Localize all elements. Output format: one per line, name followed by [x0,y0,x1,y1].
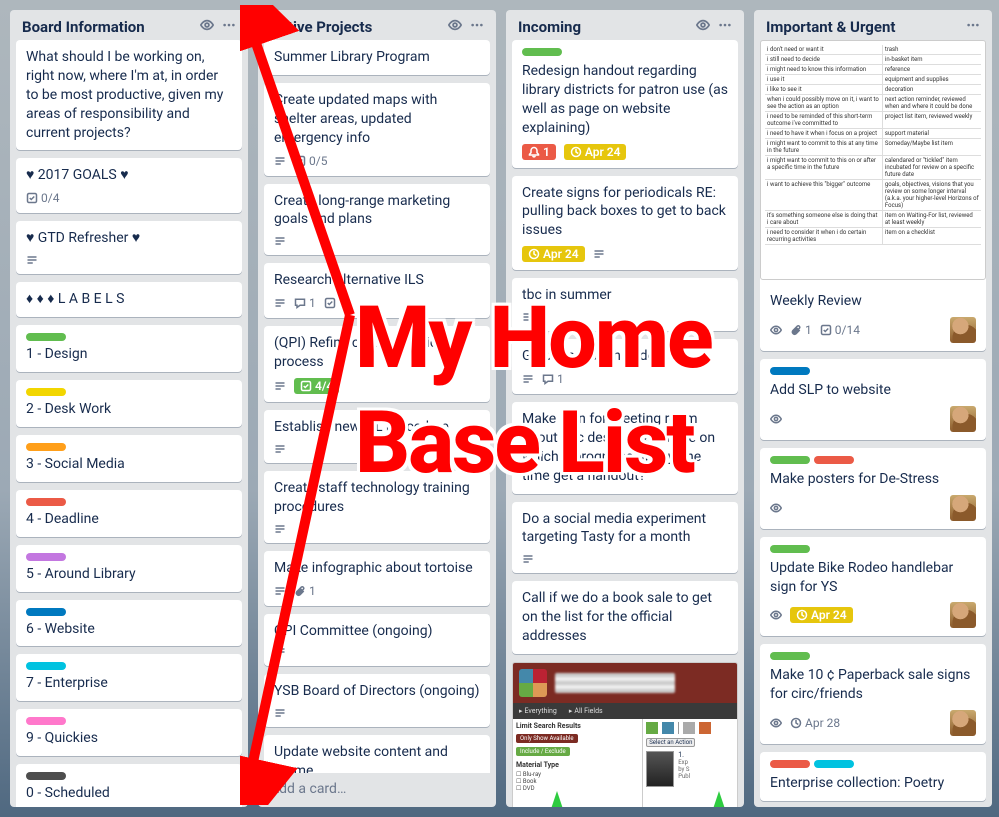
card-labels-header[interactable]: ♦ ♦ ♦ L A B E L S [16,282,242,317]
checklist-badge: 1 [324,296,346,310]
description-icon [274,707,286,719]
description-icon [274,380,286,392]
card-bike[interactable]: Update Bike Rodeo handlebar sign for YS … [760,537,986,637]
card-periodicals[interactable]: Create signs for periodicals RE: pulling… [512,176,738,271]
description-icon [274,523,286,535]
description-icon [522,373,534,385]
label-green [522,48,562,56]
card-slp[interactable]: Summer Library Program [264,40,490,75]
due-badge: Apr 24 [790,607,853,623]
attachment-badge: 1 [790,323,812,337]
watch-icon [770,413,782,425]
list-menu-icon[interactable] [714,18,736,36]
list-menu-icon[interactable] [962,18,984,36]
card-label-1[interactable]: 1 - Design [16,325,242,372]
card-tortoise[interactable]: Make infographic about tortoise 1 [264,551,490,606]
description-icon [522,311,534,323]
due-badge: Apr 24 [522,246,585,262]
description-icon [26,254,38,266]
avatar [950,710,976,736]
watch-icon [770,502,782,514]
gtd-matrix-image: i don't need or want ittrashi still need… [760,40,986,280]
notification-badge: 1 [522,144,556,160]
card-ysb[interactable]: YSB Board of Directors (ongoing) [264,674,490,727]
description-icon [274,235,286,247]
list-title: Incoming [518,18,692,36]
card-handout[interactable]: Redesign handout regarding library distr… [512,40,738,168]
card-slp-web[interactable]: Add SLP to website [760,359,986,440]
card-label-3[interactable]: 3 - Social Media [16,435,242,482]
checklist-badge: 0/5 [294,154,327,168]
card-web[interactable]: Update website content and theme [264,735,490,773]
card-tasty[interactable]: Do a social media experiment targeting T… [512,502,738,574]
card-label-2[interactable]: 2 - Desk Work [16,380,242,427]
card-marketing[interactable]: Create long-range marketing goals and pl… [264,184,490,256]
list-incoming: Incoming Redesign handout regarding libr… [506,10,744,807]
card-label-0[interactable]: 0 - Scheduled [16,764,242,807]
watch-icon [770,717,782,729]
list-menu-icon[interactable] [218,18,240,36]
description-icon [274,585,286,597]
card-label-5[interactable]: 5 - Around Library [16,545,242,592]
description-icon [274,443,286,455]
card-intro[interactable]: What should I be working on, right now, … [16,40,242,150]
checklist-badge: 0/14 [820,323,860,337]
description-icon [593,248,605,260]
card-paperback[interactable]: Make 10 ¢ Paperback sale signs for circ/… [760,644,986,744]
list-board-information: Board Information What should I be worki… [10,10,248,807]
card-meeting[interactable]: Make sign for meeting room about circ de… [512,402,738,494]
list-title: Active Projects [270,18,444,36]
card-gtd[interactable]: ♥ GTD Refresher ♥ [16,221,242,274]
description-icon [522,553,534,565]
comment-badge: 1 [294,296,316,310]
attachment-badge: 1 [294,584,316,598]
watch-icon[interactable] [196,18,218,36]
card-tech[interactable]: Create staff technology training procedu… [264,471,490,543]
list-title: Board Information [22,18,196,36]
avatar [950,317,976,343]
description-icon [274,646,286,658]
list-important-urgent: Important & Urgent i don't need or want … [754,10,992,807]
watch-icon [770,324,782,336]
checklist-badge-complete: 4/4 [294,378,339,394]
card-qpic[interactable]: QPI Committee (ongoing) [264,614,490,667]
card-booksale[interactable]: Call if we do a book sale to get on the … [512,581,738,654]
due-badge: Apr 28 [790,716,840,730]
add-card-link[interactable]: Add a card… [258,773,496,807]
card-gtd-matrix[interactable]: i don't need or want ittrashi still need… [760,40,986,351]
card-maps[interactable]: Create updated maps with shelter areas, … [264,83,490,176]
card-label-9[interactable]: 9 - Quickies [16,709,242,756]
description-icon [274,155,286,167]
due-badge: Apr 24 [564,144,627,160]
avatar [950,602,976,628]
card-goals[interactable]: ♥ 2017 GOALS ♥ 0/4 [16,158,242,213]
description-icon [274,297,286,309]
list-menu-icon[interactable] [466,18,488,36]
card-tbc[interactable]: tbc in summer [512,278,738,331]
card-catalog-attachment[interactable]: Everything All Fields Limit Search Resul… [512,662,738,807]
card-acq[interactable]: (QPI) Refine our Acquisitions process 4/… [264,326,490,402]
list-active-projects: Active Projects Summer Library Program C… [258,10,496,807]
card-poetry[interactable]: Enterprise collection: Poetry [760,752,986,801]
watch-icon[interactable] [444,18,466,36]
card-destress[interactable]: Make posters for De-Stress [760,448,986,529]
card-ill[interactable]: Establish new ILL procedure [264,410,490,463]
card-branch[interactable]: Grab the branch code from 1 [512,339,738,394]
list-title: Important & Urgent [766,18,962,36]
catalog-cover-image: Everything All Fields Limit Search Resul… [512,662,738,807]
watch-icon[interactable] [692,18,714,36]
card-ils[interactable]: Research alternative ILS 1 1 [264,263,490,318]
card-label-6[interactable]: 6 - Website [16,600,242,647]
checklist-badge: 0/4 [26,191,59,205]
avatar [950,406,976,432]
card-label-7[interactable]: 7 - Enterprise [16,654,242,701]
comment-badge: 1 [542,372,564,386]
card-label-4[interactable]: 4 - Deadline [16,490,242,537]
watch-icon [770,609,782,621]
avatar [950,495,976,521]
